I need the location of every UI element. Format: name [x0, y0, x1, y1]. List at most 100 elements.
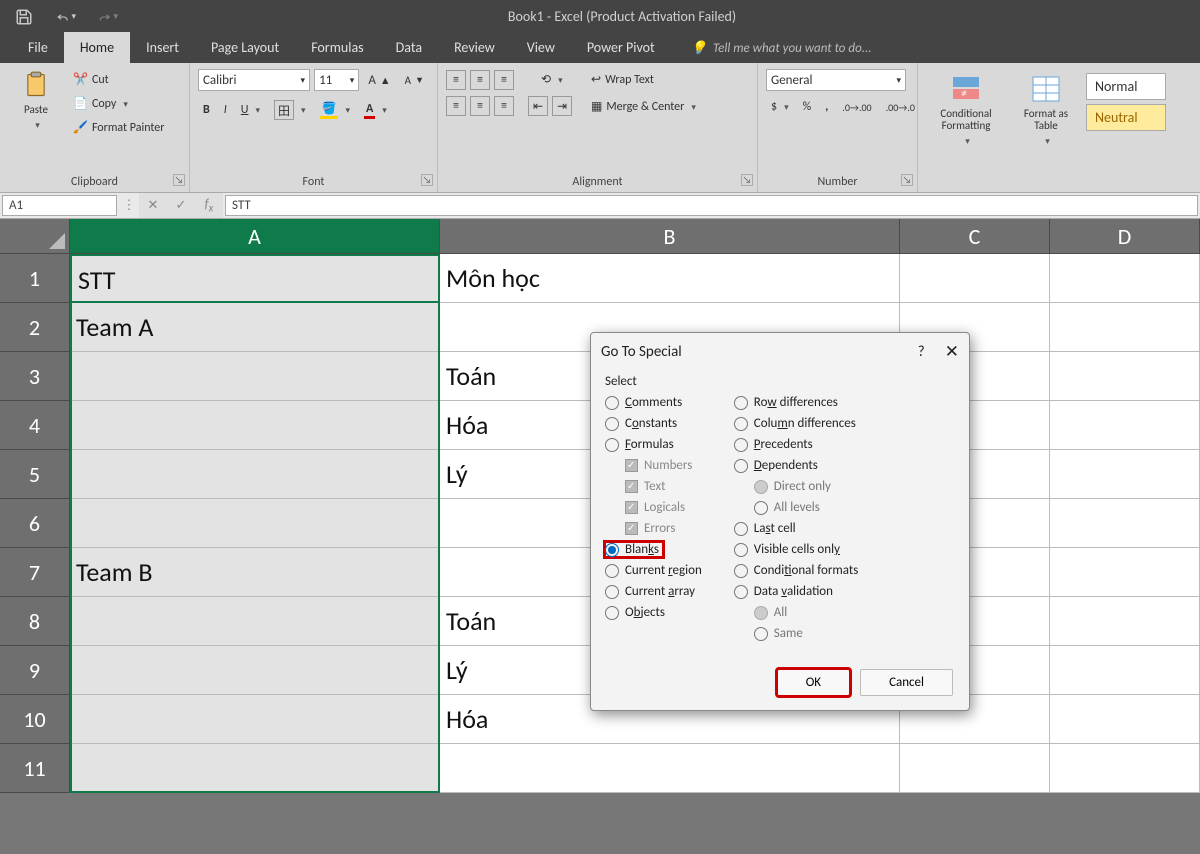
font-name-combo[interactable]: Calibri▾	[198, 69, 310, 91]
tell-me[interactable]: 💡Tell me what you want to do...	[681, 34, 882, 63]
tab-insert[interactable]: Insert	[130, 32, 195, 63]
decrease-indent-icon[interactable]: ⇤	[528, 96, 548, 116]
cell-A5[interactable]	[70, 450, 440, 499]
percent-button[interactable]: %	[798, 97, 817, 117]
undo-icon[interactable]: ▾	[56, 7, 76, 27]
radio-formulas[interactable]: Formulas	[605, 437, 702, 452]
copy-button[interactable]: 📄Copy	[68, 93, 169, 114]
comma-button[interactable]: ,	[820, 97, 833, 117]
radio-data-validation[interactable]: Data validation	[734, 584, 859, 599]
cell-D11[interactable]	[1050, 744, 1200, 793]
font-color-button[interactable]: A	[359, 99, 392, 122]
align-left-icon[interactable]: ≡	[446, 96, 466, 116]
radio-conditional-formats[interactable]: Conditional formats	[734, 563, 859, 578]
row-header-2[interactable]: 2	[0, 303, 70, 352]
cut-button[interactable]: ✂️Cut	[68, 69, 169, 90]
tab-formulas[interactable]: Formulas	[295, 32, 379, 63]
paste-button[interactable]: Paste	[8, 65, 64, 173]
cell-A3[interactable]	[70, 352, 440, 401]
row-header-6[interactable]: 6	[0, 499, 70, 548]
radio-current-array[interactable]: Current array	[605, 584, 702, 599]
border-button[interactable]: 田	[269, 97, 311, 123]
radio-col-diff[interactable]: Column differences	[734, 416, 859, 431]
clipboard-dialog-launcher[interactable]: ↘	[173, 174, 185, 186]
radio-visible-cells[interactable]: Visible cells only	[734, 542, 859, 557]
decrease-font-button[interactable]: A▼	[400, 71, 429, 90]
tab-review[interactable]: Review	[438, 32, 511, 63]
radio-comments[interactable]: Comments	[605, 395, 702, 410]
cell-C1[interactable]	[900, 254, 1050, 303]
cell-D3[interactable]	[1050, 352, 1200, 401]
row-header-4[interactable]: 4	[0, 401, 70, 450]
tab-view[interactable]: View	[511, 32, 571, 63]
bold-button[interactable]: B	[198, 100, 215, 120]
dialog-titlebar[interactable]: Go To Special ? ✕	[591, 333, 969, 370]
font-dialog-launcher[interactable]: ↘	[421, 174, 433, 186]
cell-D7[interactable]	[1050, 548, 1200, 597]
radio-dependents[interactable]: Dependents	[734, 458, 859, 473]
row-header-5[interactable]: 5	[0, 450, 70, 499]
orientation-button[interactable]: ⟲	[536, 69, 568, 90]
row-header-10[interactable]: 10	[0, 695, 70, 744]
col-header-B[interactable]: B	[440, 219, 900, 254]
align-center-icon[interactable]: ≡	[470, 96, 490, 116]
col-header-A[interactable]: A	[70, 219, 440, 254]
cell-D4[interactable]	[1050, 401, 1200, 450]
cell-A9[interactable]	[70, 646, 440, 695]
cell-D8[interactable]	[1050, 597, 1200, 646]
close-icon[interactable]: ✕	[945, 341, 959, 362]
radio-constants[interactable]: Constants	[605, 416, 702, 431]
merge-center-button[interactable]: ▦Merge & Center	[586, 96, 701, 117]
ok-button[interactable]: OK	[777, 669, 850, 696]
cancel-button[interactable]: Cancel	[860, 669, 953, 696]
cell-D1[interactable]	[1050, 254, 1200, 303]
align-bottom-icon[interactable]: ≡	[494, 70, 514, 90]
radio-blanks[interactable]: Blanks	[605, 542, 663, 557]
row-header-3[interactable]: 3	[0, 352, 70, 401]
increase-indent-icon[interactable]: ⇥	[552, 96, 572, 116]
radio-objects[interactable]: Objects	[605, 605, 702, 620]
cell-D10[interactable]	[1050, 695, 1200, 744]
font-size-combo[interactable]: 11▾	[314, 69, 359, 91]
redo-icon[interactable]: ▾	[98, 7, 118, 27]
col-header-C[interactable]: C	[900, 219, 1050, 254]
name-box-dropdown[interactable]: ⋮	[119, 193, 139, 218]
format-painter-button[interactable]: 🖌️Format Painter	[68, 117, 169, 138]
row-header-9[interactable]: 9	[0, 646, 70, 695]
cell-D9[interactable]	[1050, 646, 1200, 695]
radio-last-cell[interactable]: Last cell	[734, 521, 859, 536]
cell-D2[interactable]	[1050, 303, 1200, 352]
tab-page-layout[interactable]: Page Layout	[195, 32, 295, 63]
align-right-icon[interactable]: ≡	[494, 96, 514, 116]
radio-current-region[interactable]: Current region	[605, 563, 702, 578]
italic-button[interactable]: I	[219, 100, 232, 120]
number-format-combo[interactable]: General▾	[766, 69, 906, 91]
radio-precedents[interactable]: Precedents	[734, 437, 859, 452]
row-header-7[interactable]: 7	[0, 548, 70, 597]
enter-formula-icon[interactable]: ✓	[167, 193, 195, 218]
help-icon[interactable]: ?	[918, 343, 925, 361]
fill-color-button[interactable]: 🪣	[315, 98, 355, 122]
alignment-dialog-launcher[interactable]: ↘	[741, 174, 753, 186]
cell-A8[interactable]	[70, 597, 440, 646]
tab-file[interactable]: File	[12, 32, 64, 63]
cell-B1[interactable]: Môn học	[440, 254, 900, 303]
row-header-11[interactable]: 11	[0, 744, 70, 793]
decrease-decimal-button[interactable]: .00→.0	[881, 98, 920, 117]
cell-A2[interactable]: Team A	[70, 303, 440, 352]
radio-row-diff[interactable]: Row differences	[734, 395, 859, 410]
row-header-1[interactable]: 1	[0, 254, 70, 303]
conditional-formatting-button[interactable]: ≠ Conditional Formatting	[926, 69, 1006, 173]
cell-D5[interactable]	[1050, 450, 1200, 499]
wrap-text-button[interactable]: ↩Wrap Text	[586, 69, 701, 90]
select-all-button[interactable]	[0, 219, 70, 254]
tab-data[interactable]: Data	[380, 32, 438, 63]
cell-A7[interactable]: Team B	[70, 548, 440, 597]
cell-A6[interactable]	[70, 499, 440, 548]
cell-A4[interactable]	[70, 401, 440, 450]
tab-power-pivot[interactable]: Power Pivot	[571, 32, 671, 63]
accounting-button[interactable]: $	[766, 97, 794, 117]
cell-A10[interactable]	[70, 695, 440, 744]
formula-input[interactable]: STT	[225, 195, 1198, 216]
tab-home[interactable]: Home	[64, 32, 130, 63]
